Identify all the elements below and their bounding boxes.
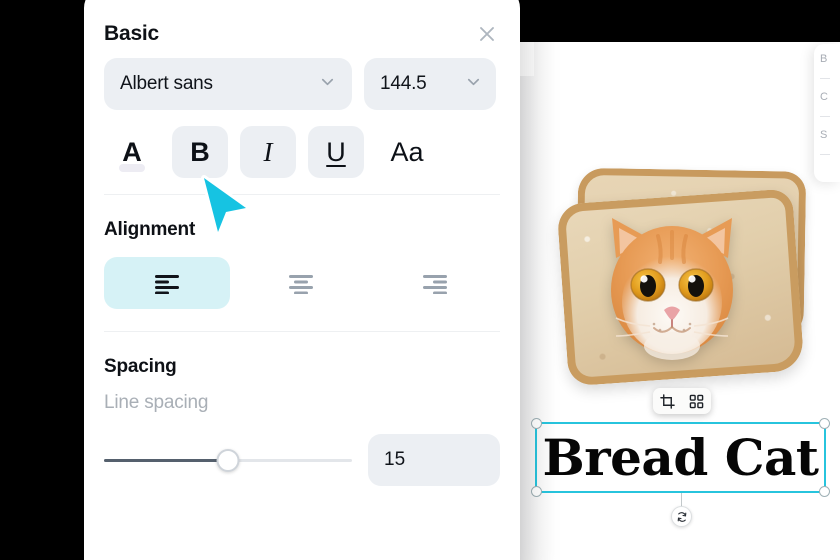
text-case-button[interactable]: Aa [376, 126, 438, 178]
dark-backdrop-top [500, 0, 840, 42]
align-left-icon [155, 275, 179, 294]
bread-cat-artwork[interactable] [540, 160, 830, 410]
right-panel-divider-1 [820, 116, 830, 117]
panel-header: Basic [104, 0, 500, 48]
canvas-text-bread-cat[interactable]: Bread Cat [537, 424, 824, 491]
cat-head-illustration [611, 218, 733, 360]
resize-handle-bottom-right[interactable] [819, 486, 830, 497]
font-family-value: Albert sans [120, 73, 213, 94]
align-center-icon [289, 275, 313, 294]
font-size-value: 144.5 [380, 73, 427, 94]
slider-thumb[interactable] [216, 448, 240, 472]
underline-button[interactable]: U [308, 126, 364, 178]
font-family-select[interactable]: Albert sans [104, 58, 352, 110]
line-spacing-input[interactable]: 15 [368, 434, 500, 486]
resize-handle-top-left[interactable] [531, 418, 542, 429]
text-case-label: Aa [390, 136, 424, 167]
text-color-button[interactable]: A [104, 126, 160, 178]
font-controls-row: Albert sans 144.5 [104, 58, 500, 110]
right-panel-row-1[interactable]: C [820, 92, 840, 103]
chevron-down-icon [319, 73, 336, 95]
close-button[interactable] [474, 21, 500, 47]
divider-alignment [104, 331, 500, 332]
right-panel-divider-0 [820, 78, 830, 79]
resize-handle-top-right[interactable] [819, 418, 830, 429]
line-spacing-label: Line spacing [104, 392, 209, 413]
right-panel-row-2[interactable]: S [820, 130, 840, 141]
bold-button[interactable]: B [172, 126, 228, 178]
align-left-button[interactable] [104, 257, 230, 309]
crop-icon[interactable] [660, 393, 675, 409]
object-floating-toolbar[interactable] [653, 388, 711, 414]
underline-label: U [326, 136, 346, 167]
italic-label: I [263, 136, 273, 167]
line-spacing-row: 15 [104, 434, 500, 486]
align-right-button[interactable] [372, 257, 498, 309]
rotate-icon [677, 511, 686, 522]
text-properties-panel: Basic Albert sans 144.5 A B I U Aa Align… [84, 0, 520, 560]
app-root: Bread Cat B C S Basic Albert sans 144.5 … [0, 0, 840, 560]
chevron-down-icon [465, 73, 482, 95]
divider-format [104, 194, 500, 195]
rotate-handle[interactable] [671, 506, 692, 527]
align-right-icon [423, 275, 447, 294]
right-panel-row-0[interactable]: B [820, 54, 840, 65]
bold-label: B [190, 136, 210, 167]
line-spacing-slider[interactable] [104, 448, 352, 472]
text-color-label: A [122, 136, 142, 167]
text-color-swatch[interactable] [119, 164, 145, 172]
align-center-button[interactable] [238, 257, 364, 309]
right-panel-divider-2 [820, 154, 830, 155]
alignment-section-title: Alignment [104, 219, 196, 240]
layout-grid-icon[interactable] [689, 394, 704, 409]
panel-title: Basic [104, 22, 160, 45]
close-icon [480, 27, 494, 41]
text-object-selection[interactable]: Bread Cat [531, 418, 830, 497]
slider-track-fill [104, 458, 228, 462]
right-side-panel-partial[interactable]: B C S [814, 44, 840, 182]
alignment-options [104, 257, 500, 309]
spacing-section-title: Spacing [104, 356, 177, 377]
italic-button[interactable]: I [240, 126, 296, 178]
resize-handle-bottom-left[interactable] [531, 486, 542, 497]
text-format-row: A B I U Aa [104, 124, 500, 180]
font-size-select[interactable]: 144.5 [364, 58, 496, 110]
